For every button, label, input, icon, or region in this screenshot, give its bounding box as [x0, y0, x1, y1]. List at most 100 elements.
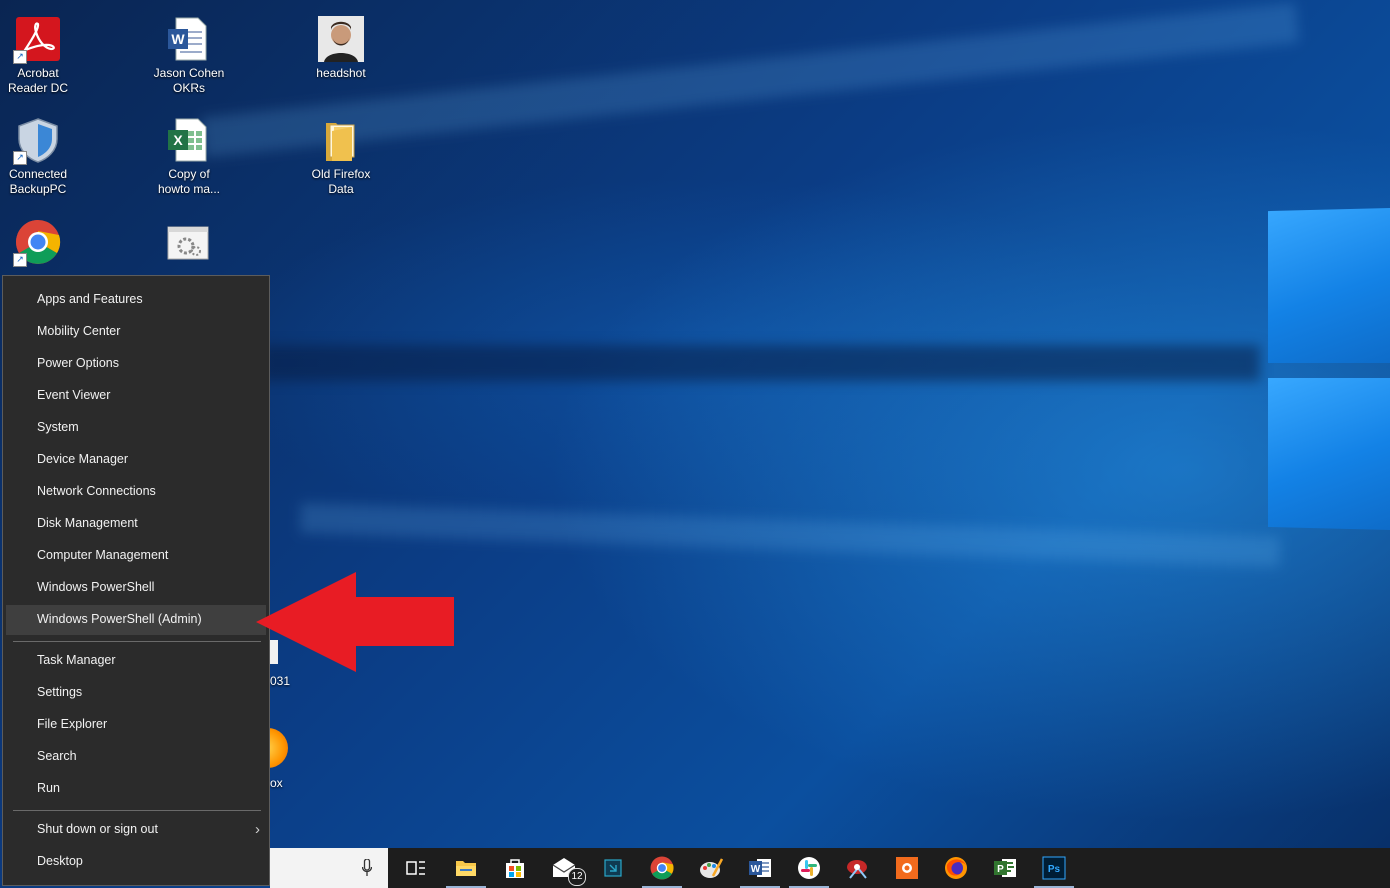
settings-file-icon — [166, 221, 212, 267]
desktop-icon-label: BackupPC — [9, 182, 67, 196]
menu-item-power-options[interactable]: Power Options — [6, 349, 266, 379]
task-view-icon — [406, 861, 425, 875]
menu-item-desktop[interactable]: Desktop — [6, 847, 266, 877]
desktop-icon-label: Data — [328, 182, 354, 196]
taskbar-file-explorer[interactable] — [442, 848, 490, 888]
menu-item-label: Windows PowerShell (Admin) — [37, 612, 202, 626]
menu-item-settings[interactable]: Settings — [6, 678, 266, 708]
microphone-icon[interactable] — [362, 859, 372, 877]
windows-logo-pane — [1268, 378, 1390, 530]
taskbar-project[interactable]: P — [981, 848, 1029, 888]
windows-logo-pane — [1268, 208, 1390, 363]
menu-item-label: Disk Management — [37, 516, 138, 530]
remote-app-icon — [604, 859, 622, 877]
svg-text:Ps: Ps — [1048, 864, 1061, 875]
desktop-icon-jason-cohen-okrs[interactable]: W Jason Cohen OKRs — [139, 16, 239, 96]
taskbar-store[interactable] — [491, 848, 539, 888]
taskbar-slack[interactable] — [785, 848, 833, 888]
shield-icon: ↗ — [13, 117, 61, 165]
menu-item-event-viewer[interactable]: Event Viewer — [6, 381, 266, 411]
desktop-icon-settings-file[interactable] — [139, 221, 239, 271]
menu-item-run[interactable]: Run — [6, 774, 266, 804]
menu-item-apps-and-features[interactable]: Apps and Features — [6, 285, 266, 315]
chrome-icon: ↗ — [13, 219, 61, 267]
menu-item-search[interactable]: Search — [6, 742, 266, 772]
menu-item-label: Windows PowerShell — [37, 580, 155, 594]
task-view-button[interactable] — [392, 848, 440, 888]
taskbar-word[interactable]: W — [736, 848, 784, 888]
svg-text:X: X — [173, 132, 183, 148]
menu-item-network-connections[interactable]: Network Connections — [6, 477, 266, 507]
orange-app-icon — [896, 857, 918, 879]
menu-item-label: Apps and Features — [37, 292, 143, 306]
menu-item-label: Search — [37, 749, 77, 763]
light-beam — [299, 502, 1281, 568]
desktop-icon-chrome[interactable]: ↗ — [0, 219, 88, 269]
desktop-icon-connected-backuppc[interactable]: ↗ Connected BackupPC — [0, 117, 88, 197]
menu-item-label: Desktop — [37, 854, 83, 868]
shortcut-arrow-icon: ↗ — [13, 50, 27, 64]
taskbar-snip[interactable] — [834, 848, 882, 888]
photo-icon — [318, 16, 364, 62]
acrobat-icon: ↗ — [13, 16, 61, 64]
menu-item-label: Event Viewer — [37, 388, 111, 402]
menu-item-label: File Explorer — [37, 717, 108, 731]
menu-item-mobility-center[interactable]: Mobility Center — [6, 317, 266, 347]
desktop-icon-old-firefox-data[interactable]: Old Firefox Data — [291, 117, 391, 197]
menu-item-label: Network Connections — [37, 484, 156, 498]
project-icon: P — [994, 859, 1016, 877]
taskbar-chrome[interactable] — [638, 848, 686, 888]
svg-text:P: P — [997, 864, 1004, 875]
shortcut-arrow-icon: ↗ — [13, 253, 27, 267]
menu-item-device-manager[interactable]: Device Manager — [6, 445, 266, 475]
desktop-icon-label: Reader DC — [7, 81, 69, 95]
menu-item-windows-powershell[interactable]: Windows PowerShell — [6, 573, 266, 603]
excel-doc-icon: X — [166, 117, 212, 163]
partial-desktop-label: ox — [270, 776, 283, 790]
svg-text:W: W — [171, 31, 185, 47]
taskbar-firefox[interactable] — [932, 848, 980, 888]
snip-icon — [847, 860, 867, 879]
menu-item-file-explorer[interactable]: File Explorer — [6, 710, 266, 740]
menu-item-computer-management[interactable]: Computer Management — [6, 541, 266, 571]
taskbar: 12 W P Ps — [270, 848, 1390, 888]
menu-item-label: Settings — [37, 685, 83, 699]
taskbar-photoshop[interactable]: Ps — [1030, 848, 1078, 888]
taskbar-mail[interactable]: 12 — [540, 848, 588, 888]
paint-icon — [700, 858, 723, 878]
taskbar-search-box[interactable] — [270, 848, 388, 888]
menu-item-label: System — [37, 420, 79, 434]
menu-item-system[interactable]: System — [6, 413, 266, 443]
chevron-right-icon: › — [255, 821, 260, 838]
desktop-icon-label: Copy of — [168, 167, 210, 181]
desktop-icon-copy-of-howto[interactable]: X Copy of howto ma... — [139, 117, 239, 197]
desktop-icon-headshot[interactable]: headshot — [291, 16, 391, 81]
desktop-icon-label: Jason Cohen — [153, 66, 225, 80]
taskbar-remote-app[interactable] — [589, 848, 637, 888]
svg-text:W: W — [751, 864, 761, 875]
taskbar-paint[interactable] — [687, 848, 735, 888]
photoshop-icon: Ps — [1042, 856, 1066, 880]
desktop-icon-label: Acrobat — [17, 66, 59, 80]
mail-badge: 12 — [568, 868, 586, 886]
menu-item-shut-down-or-sign-out[interactable]: Shut down or sign out › — [6, 815, 266, 845]
desktop-icon-acrobat[interactable]: ↗ Acrobat Reader DC — [0, 16, 88, 96]
menu-item-label: Task Manager — [37, 653, 116, 667]
shortcut-arrow-icon: ↗ — [13, 151, 27, 165]
light-beam — [260, 345, 1260, 381]
menu-item-label: Shut down or sign out — [37, 822, 158, 836]
desktop-icon-label: Old Firefox — [311, 167, 371, 181]
menu-item-label: Device Manager — [37, 452, 129, 466]
power-user-menu: Apps and Features Mobility Center Power … — [2, 275, 270, 886]
menu-item-task-manager[interactable]: Task Manager — [6, 646, 266, 676]
menu-item-label: Power Options — [37, 356, 119, 370]
word-icon: W — [749, 859, 771, 877]
slack-icon — [798, 857, 820, 879]
taskbar-orange-app[interactable] — [883, 848, 931, 888]
menu-separator — [13, 641, 261, 642]
menu-item-label: Run — [37, 781, 60, 795]
menu-item-windows-powershell-admin[interactable]: Windows PowerShell (Admin) — [6, 605, 266, 635]
desktop-icon-label: headshot — [316, 66, 366, 80]
menu-separator — [13, 810, 261, 811]
menu-item-disk-management[interactable]: Disk Management — [6, 509, 266, 539]
